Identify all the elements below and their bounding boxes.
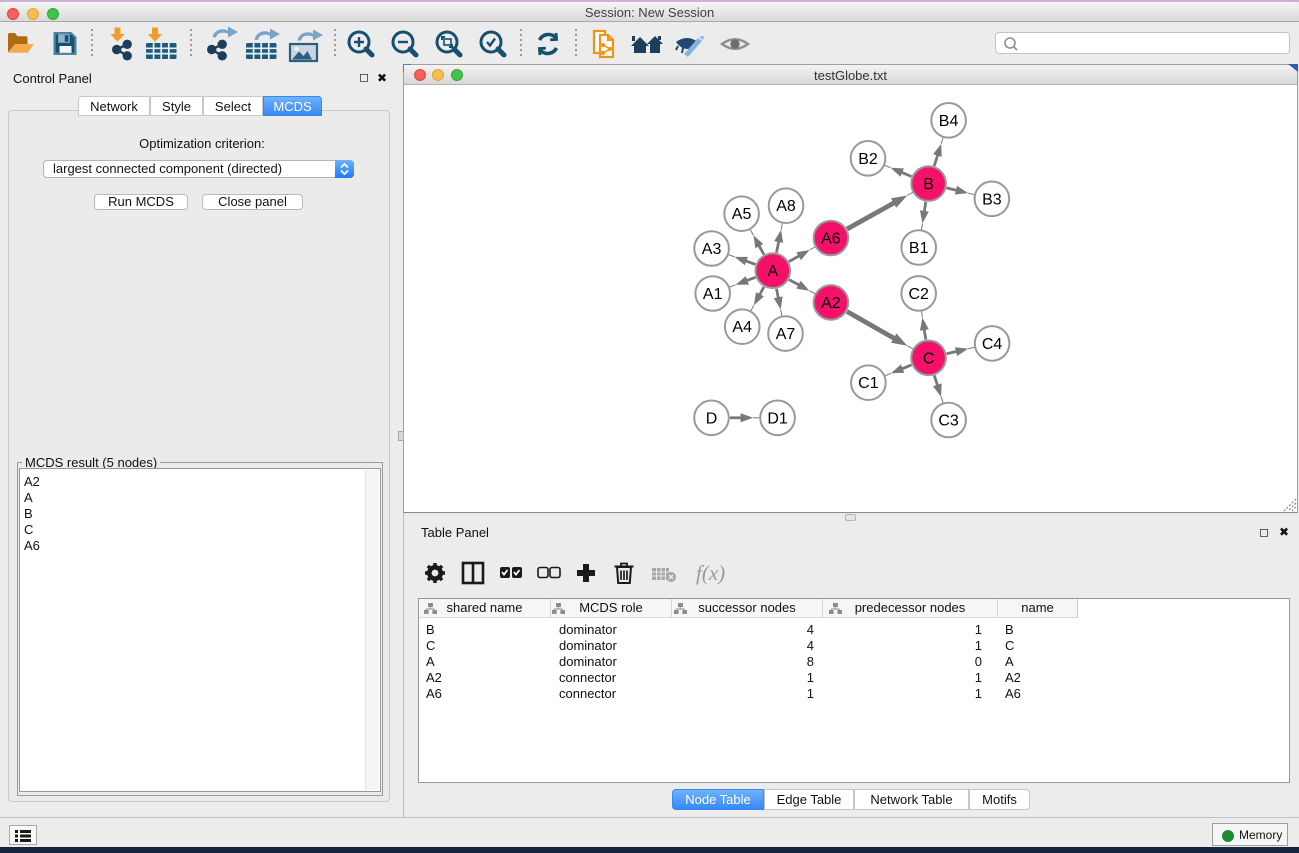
svg-text:A3: A3 (702, 241, 722, 258)
svg-text:A5: A5 (732, 206, 752, 223)
svg-text:B4: B4 (939, 113, 959, 130)
svg-text:A: A (767, 263, 778, 280)
svg-text:B2: B2 (858, 151, 878, 168)
svg-text:A7: A7 (776, 326, 796, 343)
svg-text:C1: C1 (858, 375, 879, 392)
svg-text:D1: D1 (767, 410, 788, 427)
svg-text:D: D (706, 410, 718, 427)
svg-text:B3: B3 (982, 191, 1002, 208)
svg-text:f(x): f(x) (696, 561, 725, 585)
svg-text:A2: A2 (821, 295, 841, 312)
svg-text:C4: C4 (982, 336, 1003, 353)
svg-text:A4: A4 (732, 319, 752, 336)
svg-text:B: B (923, 176, 934, 193)
svg-text:A6: A6 (821, 231, 841, 248)
svg-text:A8: A8 (776, 198, 796, 215)
svg-text:A1: A1 (703, 286, 723, 303)
svg-text:C2: C2 (908, 286, 929, 303)
svg-text:C: C (923, 350, 935, 367)
svg-text:C3: C3 (938, 413, 959, 430)
svg-text:B1: B1 (909, 240, 929, 257)
